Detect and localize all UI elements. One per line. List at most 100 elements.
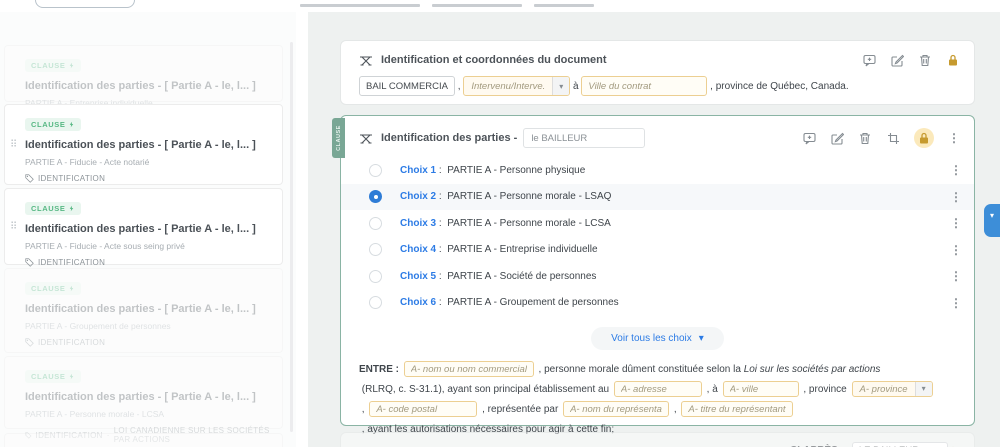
clause-card[interactable]: ⠿ CLAUSE Identification des parties - [ … [4, 104, 283, 185]
more-options-icon[interactable]: ⋮ [950, 163, 962, 177]
comment-icon[interactable] [802, 131, 816, 145]
city-field[interactable] [723, 381, 799, 397]
choice-link[interactable]: Choix 1 [400, 165, 436, 176]
legal-text: , province [801, 384, 850, 395]
intervenu-select[interactable]: Intervenu/Interve. ▾ [463, 76, 570, 96]
clause-badge: CLAUSE [25, 282, 81, 295]
choice-text: PARTIE A - Personne physique [447, 165, 585, 176]
trash-icon[interactable] [858, 131, 872, 145]
choice-separator: : [436, 218, 447, 229]
edit-icon[interactable] [890, 53, 904, 67]
clause-title: Identification des parties - [ Partie A … [25, 303, 270, 315]
choice-link[interactable]: Choix 2 [400, 191, 436, 202]
clause-type-icon [359, 54, 373, 67]
clause-card[interactable]: CLAUSE Identification des parties - [ Pa… [4, 45, 283, 102]
sidebar-scrollbar[interactable] [290, 42, 293, 432]
more-options-icon[interactable]: ⋮ [950, 269, 962, 283]
clause-title: Identification des parties - [ Partie A … [25, 223, 270, 235]
representative-title-field[interactable] [681, 401, 793, 417]
radio-button[interactable] [369, 243, 382, 256]
choice-row: Choix 6 : PARTIE A - Groupement de perso… [341, 290, 974, 317]
postal-code-field[interactable] [369, 401, 477, 417]
more-options-icon[interactable]: ⋮ [950, 243, 962, 257]
tag-icon [25, 338, 34, 347]
clause-side-tab[interactable]: CLAUSE [332, 118, 345, 158]
app-window: CLAUSE Identification des parties - [ Pa… [0, 0, 1000, 447]
address-field[interactable] [614, 381, 702, 397]
legal-text: , [671, 404, 679, 415]
document-type-input[interactable] [359, 76, 455, 96]
crop-icon[interactable] [886, 131, 900, 145]
document-identification-card: Identification et coordonnées du documen… [340, 40, 975, 105]
chevron-down-icon: ▾ [699, 333, 704, 344]
choice-text: PARTIE A - Groupement de personnes [447, 297, 618, 308]
clause-title: Identification des parties - [ Partie A … [25, 80, 270, 92]
choice-text: PARTIE A - Société de personnes [447, 271, 596, 282]
party-name-field[interactable] [404, 361, 534, 377]
choice-separator: : [436, 191, 447, 202]
radio-button[interactable] [369, 217, 382, 230]
more-options-icon[interactable]: ⋮ [948, 131, 960, 145]
clause-tags: IDENTIFICATION [25, 338, 270, 347]
entre-paragraph: ENTRE : , personne morale dûment constit… [341, 350, 961, 440]
clause-subtitle: PARTIE A - Fiducie - Acte notarié [25, 157, 270, 167]
radio-button-selected[interactable] [369, 190, 382, 203]
clause-library-sidebar: CLAUSE Identification des parties - [ Pa… [0, 12, 296, 447]
choice-link[interactable]: Choix 6 [400, 297, 436, 308]
lock-icon[interactable] [914, 128, 934, 148]
legal-text: , à [704, 384, 721, 395]
clause-badge-icon [68, 373, 75, 380]
contract-city-input[interactable] [581, 76, 707, 96]
choice-row: Choix 4 : PARTIE A - Entreprise individu… [341, 237, 974, 264]
radio-button[interactable] [369, 296, 382, 309]
clause-badge-icon [68, 121, 75, 128]
choice-row: Choix 1 : PARTIE A - Personne physique ⋮ [341, 157, 974, 184]
clause-badge: CLAUSE [25, 59, 81, 72]
drag-handle-icon[interactable]: ⠿ [10, 222, 16, 231]
choice-link[interactable]: Choix 4 [400, 244, 436, 255]
clause-card[interactable]: CLAUSE [4, 433, 283, 447]
clause-subtitle: PARTIE A - Personne morale - LCSA [25, 409, 270, 419]
more-options-icon[interactable]: ⋮ [950, 296, 962, 310]
choice-link[interactable]: Choix 3 [400, 218, 436, 229]
radio-button[interactable] [369, 164, 382, 177]
choice-separator: : [436, 297, 447, 308]
edit-icon[interactable] [830, 131, 844, 145]
representative-name-field[interactable] [563, 401, 669, 417]
drag-handle-icon[interactable]: ⠿ [10, 140, 16, 149]
card-title: Identification des parties - [381, 132, 517, 144]
topbar-pill-button[interactable] [35, 0, 135, 8]
next-clause-card-partial[interactable] [340, 432, 975, 447]
choice-separator: : [436, 271, 447, 282]
clause-title: Identification des parties - [ Partie A … [25, 391, 270, 403]
more-options-icon[interactable]: ⋮ [950, 216, 962, 230]
clause-badge-icon [68, 285, 75, 292]
more-options-icon[interactable]: ⋮ [950, 190, 962, 204]
card-header: Identification et coordonnées du documen… [341, 41, 974, 67]
card-title: Identification et coordonnées du documen… [381, 54, 607, 66]
clause-card[interactable]: CLAUSE Identification des parties - [ Pa… [4, 268, 283, 353]
truncated-text [432, 4, 522, 7]
chevron-down-icon: ▾ [915, 382, 932, 396]
topbar-cutoff [0, 0, 1000, 12]
clause-card[interactable]: ⠿ CLAUSE Identification des parties - [ … [4, 188, 283, 265]
trash-icon[interactable] [918, 53, 932, 67]
clause-card[interactable]: CLAUSE Identification des parties - [ Pa… [4, 356, 283, 429]
clause-title: Identification des parties - [ Partie A … [25, 139, 270, 151]
comment-icon[interactable] [862, 53, 876, 67]
clause-badge-icon [68, 205, 75, 212]
clause-badge: CLAUSE [25, 202, 81, 215]
radio-button[interactable] [369, 270, 382, 283]
chevron-down-icon: ▾ [990, 211, 994, 220]
party-name-input[interactable] [523, 128, 645, 148]
province-select[interactable]: A- province▾ [852, 381, 933, 397]
province-text: , province de Québec, Canada. [707, 81, 848, 92]
choice-link[interactable]: Choix 5 [400, 271, 436, 282]
floating-panel-toggle-button[interactable]: ▾ [984, 204, 1000, 237]
lock-icon[interactable] [946, 53, 960, 67]
see-all-choices-button[interactable]: Voir tous les choix ▾ [591, 327, 724, 350]
clause-badge: CLAUSE [25, 118, 81, 131]
card-toolbar: ⋮ [802, 128, 960, 148]
choice-separator: : [436, 165, 447, 176]
document-editor-main: Identification et coordonnées du documen… [296, 12, 1000, 447]
